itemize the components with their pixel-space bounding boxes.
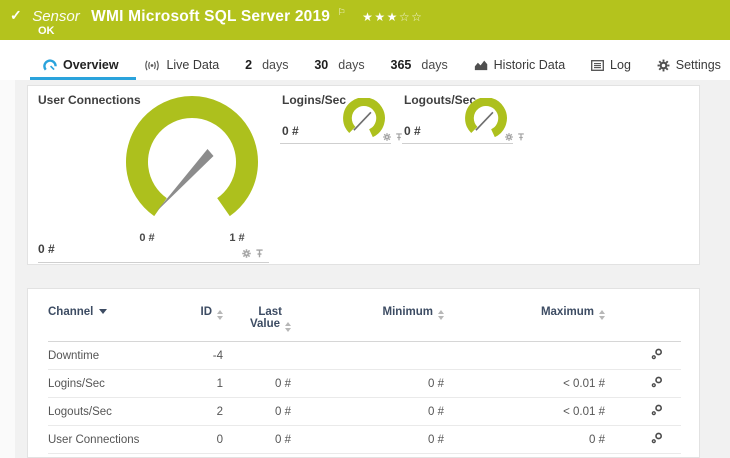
table-row: Downtime -4 bbox=[48, 341, 681, 370]
sensor-title: WMI Microsoft SQL Server 2019 bbox=[91, 8, 331, 25]
channels-panel: Channel ID Last Value Minimum Maximum Dow… bbox=[27, 288, 700, 458]
tab-log[interactable]: Log bbox=[588, 58, 634, 80]
stars-filled[interactable]: ★★★ bbox=[362, 10, 399, 24]
column-header-channel[interactable]: Channel bbox=[48, 289, 161, 342]
channel-minimum bbox=[291, 341, 444, 370]
gauge-pin-icon[interactable] bbox=[517, 133, 525, 141]
tab-label: Log bbox=[610, 58, 631, 72]
logins-value: 0 # bbox=[282, 124, 299, 138]
channel-last-value: 0 # bbox=[223, 369, 291, 398]
column-header-id[interactable]: ID bbox=[161, 289, 223, 342]
column-header-minimum[interactable]: Minimum bbox=[291, 289, 444, 342]
tab-label: Live Data bbox=[166, 58, 220, 72]
log-icon bbox=[591, 59, 604, 71]
channels-table: Channel ID Last Value Minimum Maximum Dow… bbox=[48, 289, 681, 454]
stars-empty[interactable]: ☆☆ bbox=[399, 10, 424, 24]
channel-maximum: 0 # bbox=[444, 425, 605, 454]
gauge-title-logins: Logins/Sec bbox=[282, 93, 347, 107]
gauges-panel: User Connections 0 # 1 # 0 # Logins/Sec … bbox=[27, 85, 700, 265]
table-row: Logouts/Sec 2 0 # 0 # < 0.01 # bbox=[48, 397, 681, 426]
tab-live-data[interactable]: Live Data bbox=[141, 58, 222, 80]
object-kind-label: Sensor bbox=[32, 8, 80, 25]
page-left-margin bbox=[0, 80, 15, 458]
channel-settings-icon[interactable] bbox=[651, 348, 663, 360]
tab-number: 2 bbox=[245, 58, 253, 72]
tab-label: Settings bbox=[675, 58, 721, 72]
channel-id: 2 bbox=[161, 397, 223, 426]
gauge-corner-icons[interactable] bbox=[383, 133, 403, 141]
logins-gauge bbox=[343, 98, 385, 138]
channel-id: 1 bbox=[161, 369, 223, 398]
channel-name: Downtime bbox=[48, 341, 161, 370]
channel-minimum: 0 # bbox=[291, 369, 444, 398]
channel-maximum: < 0.01 # bbox=[444, 369, 605, 398]
status-badge: OK bbox=[38, 25, 55, 37]
logouts-value: 0 # bbox=[404, 124, 421, 138]
gauge-corner-icons[interactable] bbox=[505, 133, 525, 141]
status-ok-check-icon: ✓ bbox=[10, 7, 22, 23]
gauge-underline bbox=[402, 143, 513, 144]
gauge-settings-gear-icon[interactable] bbox=[383, 133, 391, 141]
sort-icon bbox=[285, 322, 291, 332]
channel-minimum: 0 # bbox=[291, 397, 444, 426]
tab-settings[interactable]: Settings bbox=[654, 58, 724, 80]
sensor-header: ✓ Sensor WMI Microsoft SQL Server 2019 ⚐… bbox=[0, 0, 730, 40]
gauge-pin-icon[interactable] bbox=[255, 249, 264, 258]
gauge-scale-min: 0 # bbox=[139, 232, 155, 244]
live-data-icon bbox=[144, 60, 160, 71]
user-connections-value: 0 # bbox=[38, 242, 55, 256]
channel-last-value: 0 # bbox=[223, 425, 291, 454]
column-header-edit bbox=[605, 289, 681, 342]
tab-number: 365 bbox=[390, 58, 412, 72]
historic-chart-icon bbox=[474, 59, 488, 71]
channel-maximum: < 0.01 # bbox=[444, 397, 605, 426]
channel-last-value bbox=[223, 341, 291, 370]
gauge-settings-gear-icon[interactable] bbox=[242, 249, 251, 258]
channel-minimum: 0 # bbox=[291, 425, 444, 454]
user-connections-gauge bbox=[126, 96, 258, 217]
gauge-underline bbox=[280, 143, 391, 144]
channel-name: Logins/Sec bbox=[48, 369, 161, 398]
channel-settings-icon[interactable] bbox=[651, 376, 663, 388]
tab-bar: Overview Live Data 2 days 30 days 365 days … bbox=[0, 40, 730, 80]
logouts-gauge bbox=[465, 98, 507, 138]
sort-icon bbox=[599, 310, 605, 320]
channel-settings-icon[interactable] bbox=[651, 432, 663, 444]
gauge-pin-icon[interactable] bbox=[395, 133, 403, 141]
tab-2-days[interactable]: 2 days bbox=[242, 58, 291, 80]
gauge-settings-gear-icon[interactable] bbox=[505, 133, 513, 141]
priority-stars[interactable]: ★★★☆☆ bbox=[362, 10, 423, 24]
channel-id: 0 bbox=[161, 425, 223, 454]
channel-id: -4 bbox=[161, 341, 223, 370]
tab-30-days[interactable]: 30 days bbox=[311, 58, 367, 80]
gear-icon bbox=[657, 59, 670, 72]
column-header-maximum[interactable]: Maximum bbox=[444, 289, 605, 342]
column-header-last-value[interactable]: Last Value bbox=[223, 289, 291, 342]
tab-overview[interactable]: Overview bbox=[30, 58, 136, 80]
tab-unit: days bbox=[421, 58, 448, 72]
prtg-sensor-page: ✓ Sensor WMI Microsoft SQL Server 2019 ⚐… bbox=[0, 0, 730, 458]
channel-name: User Connections bbox=[48, 425, 161, 454]
sort-desc-icon bbox=[99, 309, 108, 314]
tab-historic-data[interactable]: Historic Data bbox=[471, 58, 569, 80]
table-row: User Connections 0 0 # 0 # 0 # bbox=[48, 425, 681, 454]
sort-icon bbox=[438, 310, 444, 320]
tab-label: Historic Data bbox=[493, 58, 566, 72]
tab-label: Overview bbox=[63, 58, 119, 72]
channel-last-value: 0 # bbox=[223, 397, 291, 426]
table-row: Logins/Sec 1 0 # 0 # < 0.01 # bbox=[48, 369, 681, 398]
channel-settings-icon[interactable] bbox=[651, 404, 663, 416]
gauge-scale-max: 1 # bbox=[229, 232, 245, 244]
tab-365-days[interactable]: 365 days bbox=[388, 58, 451, 80]
tab-number: 30 bbox=[314, 58, 329, 72]
gauge-underline bbox=[38, 262, 269, 263]
tab-unit: days bbox=[338, 58, 365, 72]
gauge-icon bbox=[43, 58, 57, 72]
sort-icon bbox=[217, 310, 223, 320]
tab-unit: days bbox=[262, 58, 289, 72]
channel-name: Logouts/Sec bbox=[48, 397, 161, 426]
channel-maximum bbox=[444, 341, 605, 370]
gauge-corner-icons[interactable] bbox=[242, 249, 264, 258]
flag-icon[interactable]: ⚐ bbox=[338, 7, 346, 17]
